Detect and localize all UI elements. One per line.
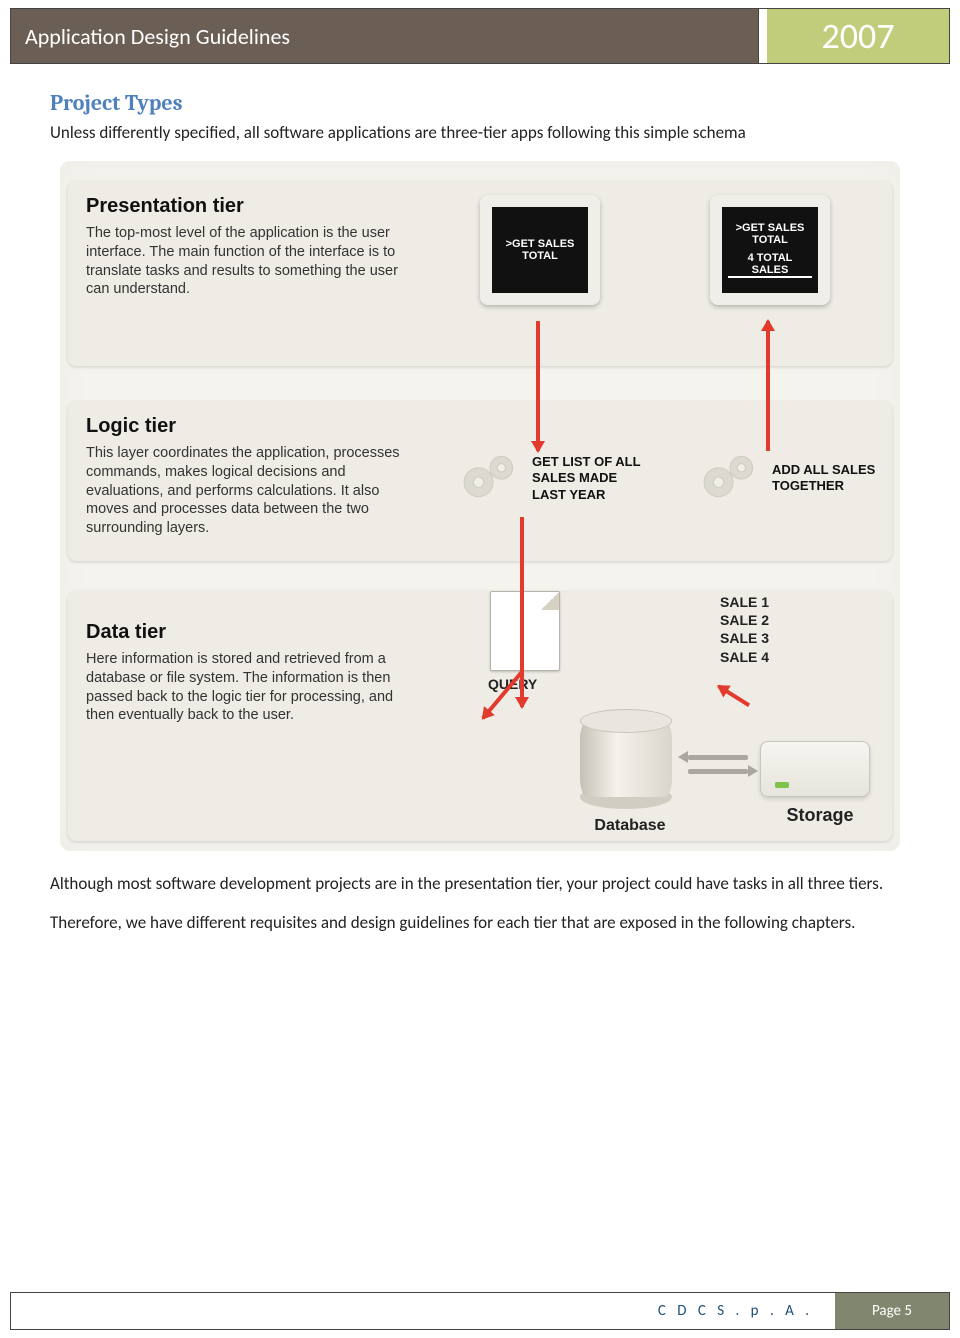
logic-gear-right: ADD ALL SALES TOGETHER [700, 451, 892, 506]
footer-page-number: Page 5 [829, 1293, 949, 1329]
three-tier-diagram: Presentation tier The top-most level of … [60, 161, 900, 851]
intro-paragraph: Unless differently specified, all softwa… [50, 122, 910, 145]
screen1-text: >GET SALES TOTAL [498, 238, 582, 262]
sale-item: SALE 2 [720, 611, 769, 629]
data-tier-title: Data tier [86, 621, 406, 644]
database-label: Database [580, 817, 680, 835]
sales-list: SALE 1 SALE 2 SALE 3 SALE 4 [720, 593, 769, 666]
screen2-text-b: 4 TOTAL SALES [728, 252, 812, 278]
gear-icon [460, 451, 522, 506]
paragraph-3: Therefore, we have different requisites … [50, 912, 910, 935]
document-year: 2007 [759, 9, 949, 63]
logic-left-label: GET LIST OF ALL SALES MADE LAST YEAR [532, 454, 652, 503]
flow-arrow-icon [766, 321, 770, 451]
presentation-tier-body: The top-most level of the application is… [86, 224, 406, 299]
screen2-text-a: >GET SALES TOTAL [728, 222, 812, 246]
document-footer: C D C S . p . A . Page 5 [10, 1292, 950, 1330]
logic-right-label: ADD ALL SALES TOGETHER [772, 462, 892, 495]
flow-arrow-icon [520, 517, 524, 707]
storage-icon [760, 741, 870, 797]
db-storage-arrows-icon [680, 751, 756, 781]
logic-tier-title: Logic tier [86, 415, 406, 438]
logic-tier-body: This layer coordinates the application, … [86, 444, 406, 538]
flow-arrow-icon [536, 321, 540, 451]
data-tier-body: Here information is stored and retrieved… [86, 650, 406, 725]
page-content: Project Types Unless differently specifi… [0, 64, 960, 935]
gear-icon [700, 451, 762, 506]
logic-gear-left: GET LIST OF ALL SALES MADE LAST YEAR [460, 451, 652, 506]
screen-get-sales-total-input: >GET SALES TOTAL [480, 195, 600, 305]
paragraph-2: Although most software development proje… [50, 873, 910, 896]
presentation-tier-title: Presentation tier [86, 195, 406, 218]
sale-item: SALE 4 [720, 648, 769, 666]
footer-company: C D C S . p . A . [11, 1293, 829, 1329]
section-heading: Project Types [50, 90, 910, 116]
sale-item: SALE 3 [720, 629, 769, 647]
document-title: Application Design Guidelines [11, 9, 759, 63]
storage-label: Storage [760, 805, 880, 826]
screen-get-sales-total-output: >GET SALES TOTAL 4 TOTAL SALES [710, 195, 830, 305]
query-sheet-icon [490, 591, 560, 671]
sale-item: SALE 1 [720, 593, 769, 611]
database-icon [580, 709, 672, 809]
document-header: Application Design Guidelines 2007 [10, 8, 950, 64]
